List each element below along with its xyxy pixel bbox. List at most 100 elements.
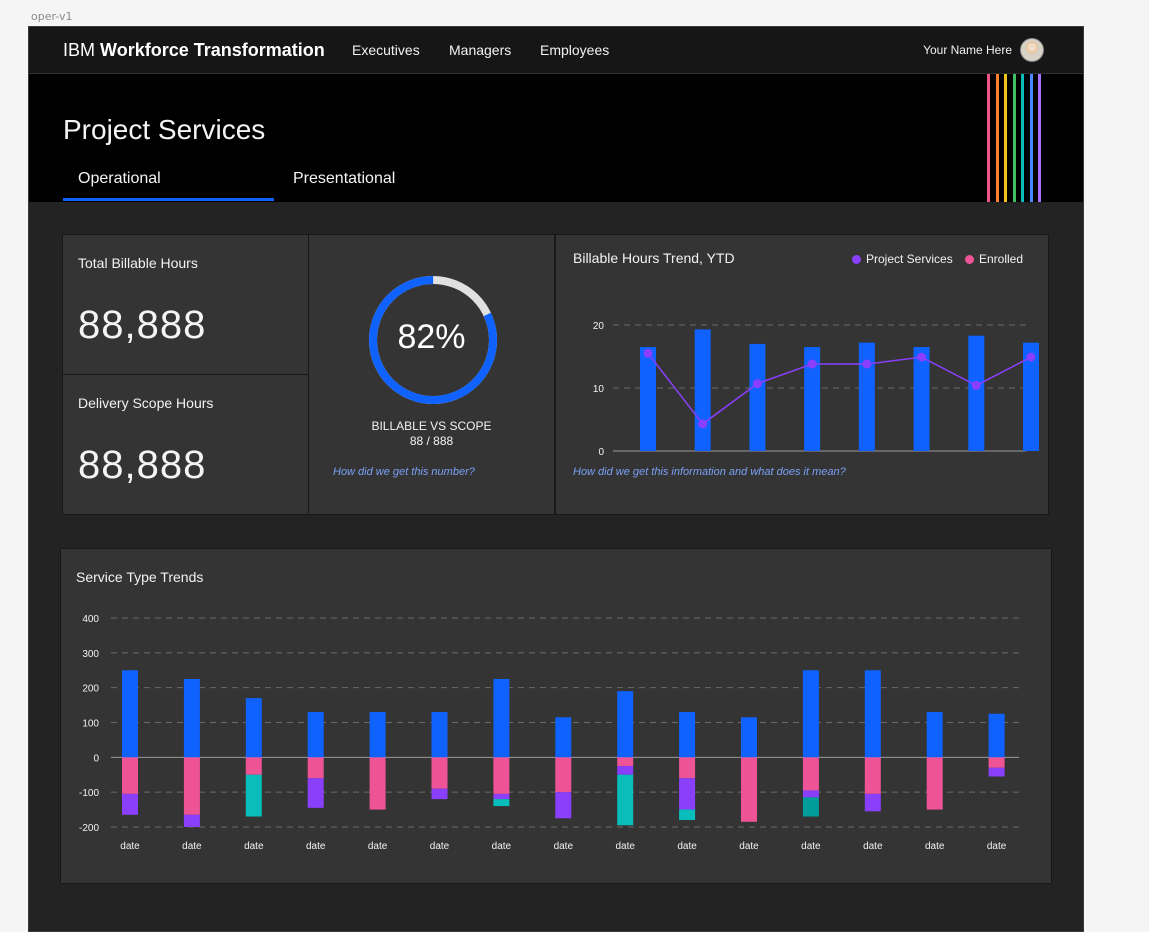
service-bar-segment <box>679 757 696 779</box>
rainbow-stripe <box>1012 74 1016 202</box>
service-bar-segment <box>926 712 943 758</box>
delivery-scope-hours-value: 88,888 <box>78 443 207 487</box>
service-bar-segment <box>493 757 510 794</box>
x-tick-label: date <box>987 841 1007 852</box>
project-services-point <box>752 379 762 389</box>
project-services-point <box>862 359 872 369</box>
x-tick-label: date <box>120 841 140 852</box>
service-bar-segment <box>617 691 634 758</box>
service-bar-segment <box>431 712 448 758</box>
project-services-point <box>643 348 653 358</box>
y-tick-label: 100 <box>82 719 99 730</box>
y-tick-label: -200 <box>79 823 99 834</box>
x-tick-label: date <box>925 841 945 852</box>
y-tick-label: 0 <box>598 447 604 458</box>
billable-hours-trend-chart: 01020JanFebMarAprJunJulAugSep <box>593 321 1039 458</box>
y-tick-label: 10 <box>593 384 605 395</box>
service-bar-segment <box>988 757 1005 768</box>
frame-label: oper-v1 <box>31 10 73 23</box>
service-bar-segment <box>741 717 757 758</box>
top-bar: IBM Workforce Transformation Executives … <box>29 27 1083 74</box>
nav-employees[interactable]: Employees <box>540 42 609 58</box>
service-bar-segment <box>679 778 696 810</box>
brand-logo[interactable]: IBM Workforce Transformation <box>63 40 325 61</box>
nav-executives[interactable]: Executives <box>352 42 420 58</box>
service-bar-segment <box>245 698 262 758</box>
trend-info-help-link[interactable]: How did we get this information and what… <box>573 466 846 478</box>
x-tick-label: date <box>182 841 202 852</box>
project-services-point <box>807 359 817 369</box>
y-tick-label: 200 <box>82 684 99 695</box>
trend-bar <box>858 342 875 451</box>
page-title: Project Services <box>63 114 266 145</box>
service-bar-segment <box>679 712 696 758</box>
billable-hours-trend-card: Billable Hours Trend, YTD Project Servic… <box>555 234 1049 515</box>
billable-percent: 82% <box>397 318 466 356</box>
billable-vs-scope-ratio: 88 / 888 <box>409 434 454 448</box>
brand-name: Workforce Transformation <box>100 40 325 60</box>
y-tick-label: 20 <box>593 321 605 332</box>
billable-vs-scope-caption: BILLABLE VS SCOPE <box>371 419 492 433</box>
nav-managers[interactable]: Managers <box>449 42 511 58</box>
y-tick-label: 400 <box>82 614 99 625</box>
service-bar-segment <box>122 670 138 758</box>
total-billable-hours-label: Total Billable Hours <box>78 255 198 271</box>
x-tick-label: date <box>801 841 821 852</box>
service-bar-segment <box>802 790 819 798</box>
service-bar-segment <box>493 799 510 807</box>
tab-operational[interactable]: Operational <box>78 170 161 188</box>
service-bar-segment <box>617 766 634 775</box>
service-type-trends-card: Service Type Trends 400 300 200 100 0 -100 -20… <box>60 548 1052 884</box>
avatar[interactable] <box>1020 38 1044 62</box>
service-bar-segment <box>307 778 324 808</box>
service-bar-segment <box>617 757 634 767</box>
trend-bar <box>968 335 985 451</box>
y-tick-label: 0 <box>93 753 99 764</box>
total-billable-hours-card: Total Billable Hours 88,888 <box>62 234 309 375</box>
service-bar-segment <box>864 670 881 758</box>
project-services-point <box>1026 352 1036 362</box>
user-name[interactable]: Your Name Here <box>923 43 1012 57</box>
service-bar-segment <box>555 757 572 793</box>
service-bar-segment <box>493 793 510 800</box>
project-services-point <box>971 380 981 390</box>
service-bar-segment <box>555 792 572 819</box>
service-bar-segment <box>431 757 448 789</box>
service-bar-segment <box>369 712 386 758</box>
service-bar-segment <box>245 757 262 775</box>
service-bar-segment <box>307 712 324 758</box>
x-tick-label: date <box>492 841 512 852</box>
service-bar-segment <box>369 757 386 810</box>
x-tick-label: date <box>677 841 697 852</box>
billable-number-help-link[interactable]: How did we get this number? <box>333 466 475 478</box>
service-type-trends-chart: 400 300 200 100 0 -100 -200 date date date date dat… <box>79 614 1019 852</box>
service-bar-segment <box>183 757 200 815</box>
billable-vs-scope-card: 82% BILLABLE VS SCOPE 88 / 888 How did w… <box>308 234 555 515</box>
service-bar-segment <box>802 797 819 817</box>
total-billable-hours-value: 88,888 <box>78 303 207 347</box>
tab-presentational[interactable]: Presentational <box>293 170 395 188</box>
rainbow-stripe <box>995 74 999 202</box>
dashboard-frame: IBM Workforce Transformation Executives … <box>28 26 1084 932</box>
service-bar-segment <box>307 757 324 779</box>
service-bar-segment <box>245 774 262 817</box>
active-tab-indicator <box>63 198 274 201</box>
service-bar-segment <box>864 757 881 794</box>
trend-bar <box>749 343 766 451</box>
service-bar-segment <box>493 678 510 758</box>
brand-prefix: IBM <box>63 40 96 60</box>
rainbow-stripe <box>987 74 990 202</box>
service-bar-segment <box>122 793 138 815</box>
delivery-scope-hours-card: Delivery Scope Hours 88,888 <box>62 374 309 515</box>
x-tick-label: date <box>554 841 574 852</box>
service-bar-segment <box>864 793 881 812</box>
x-tick-label: date <box>244 841 264 852</box>
service-bar-segment <box>431 788 448 800</box>
rainbow-stripe <box>1004 74 1007 202</box>
service-bar-segment <box>988 713 1005 758</box>
rainbow-stripe <box>1038 74 1041 202</box>
service-bar-segment <box>988 767 1005 777</box>
x-tick-label: date <box>430 841 450 852</box>
rainbow-stripe <box>1029 74 1033 202</box>
service-bar-segment <box>741 757 757 822</box>
